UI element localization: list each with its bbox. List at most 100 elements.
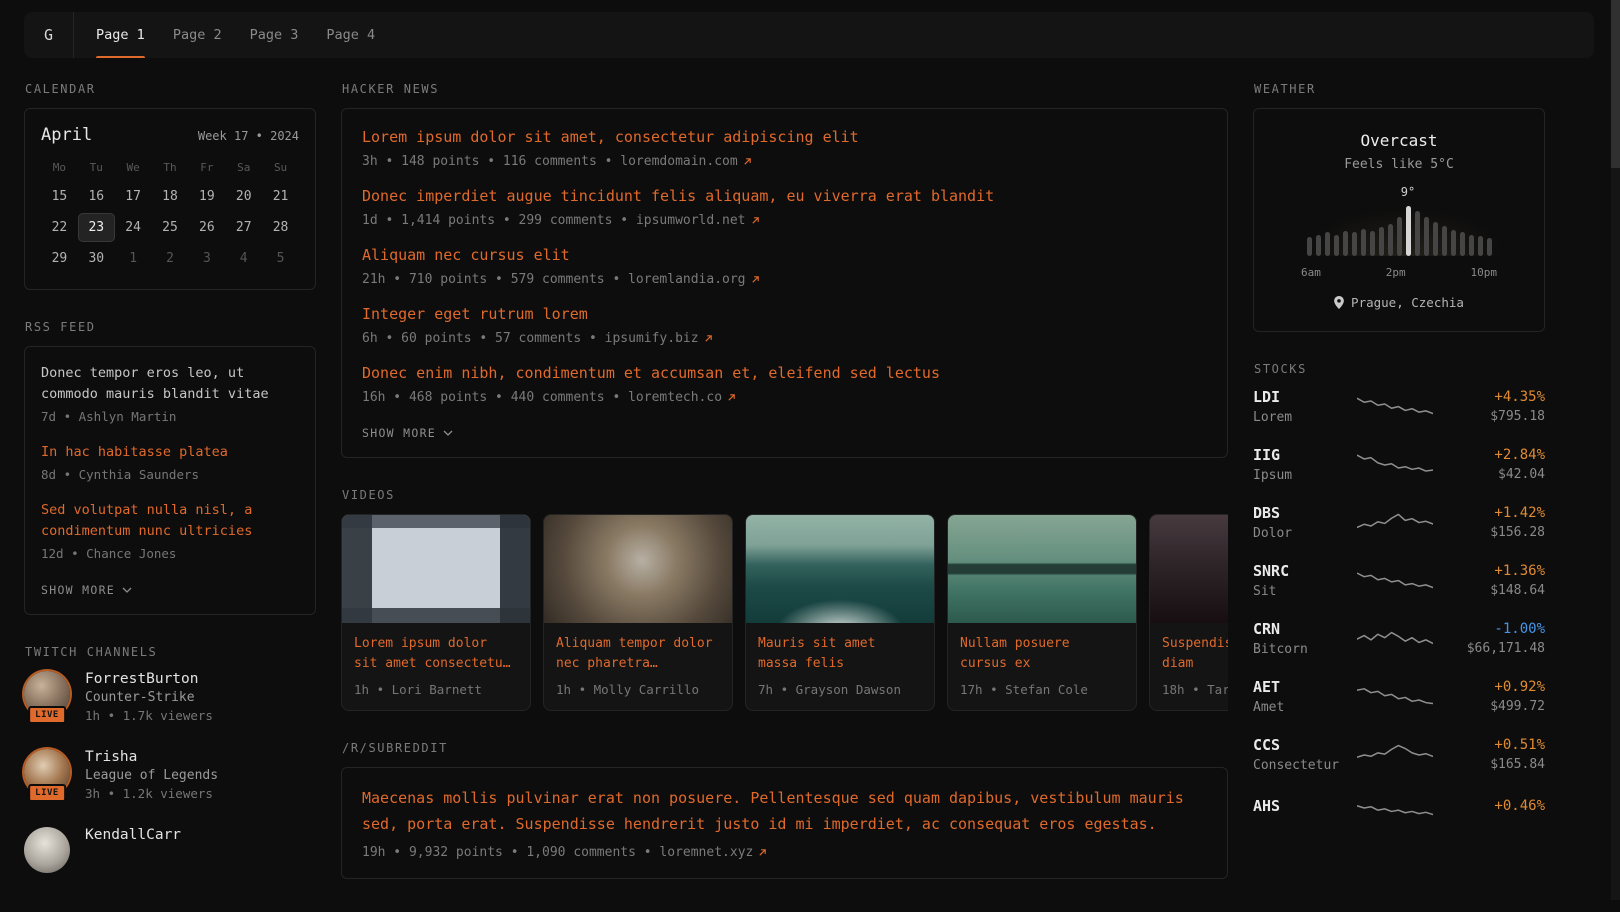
calendar-day[interactable]: 15 [41, 182, 78, 211]
stock-row[interactable]: SNRC Sit +1.36% $148.64 [1253, 562, 1545, 599]
channel-name[interactable]: ForrestBurton [85, 671, 213, 687]
channel-avatar [24, 827, 70, 873]
hn-story-stats: 1d • 1,414 points • 299 comments • [362, 213, 636, 228]
weather-section-title: WEATHER [1254, 82, 1545, 96]
rss-item-title[interactable]: In hac habitasse platea [41, 442, 299, 463]
hn-story-source[interactable]: ipsumworld.net [636, 213, 760, 228]
stock-id: AET Amet [1253, 678, 1351, 715]
stock-values: +0.46% [1439, 798, 1545, 818]
weather-hour-bar [1361, 229, 1366, 256]
stock-row[interactable]: LDI Lorem +4.35% $795.18 [1253, 388, 1545, 425]
twitch-channel[interactable]: KendallCarr [24, 827, 316, 873]
hn-story-source[interactable]: loremtech.co [628, 390, 736, 405]
calendar-day[interactable]: 22 [41, 213, 78, 242]
weather-bar [1460, 232, 1465, 256]
calendar-day[interactable]: 20 [225, 182, 262, 211]
rss-item-title[interactable]: Donec tempor eros leo, ut commodo mauris… [41, 363, 299, 405]
calendar-day-grid: 1516171819202122232425262728293012345 [41, 182, 299, 273]
video-card[interactable]: Nullam posuere cursus ex 17h • Stefan Co… [947, 514, 1137, 711]
stock-sparkline [1357, 625, 1433, 653]
stock-row[interactable]: CRN Bitcorn -1.00% $66,171.48 [1253, 620, 1545, 657]
page-tab[interactable]: Page 2 [159, 12, 236, 58]
calendar-day[interactable]: 23 [78, 213, 115, 242]
calendar-day[interactable]: 28 [262, 213, 299, 242]
stock-row[interactable]: CCS Consectetur +0.51% $165.84 [1253, 736, 1545, 773]
calendar-day[interactable]: 5 [262, 244, 299, 273]
weather-bar [1451, 230, 1456, 256]
weather-bar [1397, 217, 1402, 256]
hn-story-source[interactable]: ipsumify.biz [605, 331, 713, 346]
calendar-day[interactable]: 26 [188, 213, 225, 242]
calendar-day[interactable]: 30 [78, 244, 115, 273]
hn-story-title[interactable]: Donec imperdiet augue tincidunt felis al… [362, 186, 994, 207]
hn-show-more-button[interactable]: SHOW MORE [362, 426, 453, 440]
calendar-weekday-row: MoTuWeThFrSaSu [41, 161, 299, 174]
calendar-day[interactable]: 17 [115, 182, 152, 211]
stock-change: +0.51% [1439, 737, 1545, 753]
calendar-day[interactable]: 18 [152, 182, 189, 211]
calendar-day[interactable]: 21 [262, 182, 299, 211]
hn-story-title[interactable]: Lorem ipsum dolor sit amet, consectetur … [362, 127, 859, 148]
page-tab[interactable]: Page 3 [236, 12, 313, 58]
weather-feels-like: Feels like 5°C [1270, 157, 1528, 172]
stock-name: Sit [1253, 584, 1351, 599]
stock-symbol: CRN [1253, 620, 1351, 638]
twitch-channel[interactable]: LIVE Trisha League of Legends 3h • 1.2k … [24, 749, 316, 801]
calendar-day[interactable]: 19 [188, 182, 225, 211]
video-thumbnail [1150, 515, 1228, 623]
stock-row[interactable]: IIG Ipsum +2.84% $42.04 [1253, 446, 1545, 483]
twitch-channel[interactable]: LIVE ForrestBurton Counter-Strike 1h • 1… [24, 671, 316, 723]
stocks-section-title: STOCKS [1254, 362, 1545, 376]
rss-box: Donec tempor eros leo, ut commodo mauris… [24, 346, 316, 615]
external-link-icon [751, 216, 760, 225]
video-title[interactable]: Lorem ipsum dolor sit amet consectetu… [354, 634, 518, 675]
calendar-day[interactable]: 24 [115, 213, 152, 242]
stock-price: $148.64 [1439, 583, 1545, 598]
weather-hour-bar [1379, 227, 1384, 256]
page-scrollbar-thumb[interactable] [1611, 0, 1620, 168]
video-card[interactable]: Aliquam tempor dolor nec pharetra… 1h • … [543, 514, 733, 711]
stock-row[interactable]: DBS Dolor +1.42% $156.28 [1253, 504, 1545, 541]
video-title[interactable]: Aliquam tempor dolor nec pharetra… [556, 634, 720, 675]
calendar-day[interactable]: 1 [115, 244, 152, 273]
calendar-day[interactable]: 3 [188, 244, 225, 273]
calendar-day[interactable]: 2 [152, 244, 189, 273]
video-title[interactable]: Mauris sit amet massa felis [758, 634, 922, 675]
stock-row[interactable]: AET Amet +0.92% $499.72 [1253, 678, 1545, 715]
stock-values: +0.92% $499.72 [1439, 679, 1545, 714]
hn-story-title[interactable]: Aliquam nec cursus elit [362, 245, 570, 266]
hn-story-source[interactable]: loremdomain.com [620, 154, 751, 169]
hn-story-title[interactable]: Integer eget rutrum lorem [362, 304, 588, 325]
rss-show-more-button[interactable]: SHOW MORE [41, 583, 132, 597]
subreddit-post-source[interactable]: loremnet.xyz [659, 845, 767, 860]
video-title[interactable]: Nullam posuere cursus ex [960, 634, 1124, 675]
rss-item-title[interactable]: Sed volutpat nulla nisl, a condimentum n… [41, 500, 299, 542]
channel-name[interactable]: KendallCarr [85, 827, 181, 843]
calendar-day[interactable]: 25 [152, 213, 189, 242]
subreddit-post-title[interactable]: Maecenas mollis pulvinar erat non posuer… [362, 786, 1207, 837]
page-tab[interactable]: Page 1 [82, 12, 159, 58]
hn-section-title: HACKER NEWS [342, 82, 1228, 96]
channel-name[interactable]: Trisha [85, 749, 218, 765]
app-logo[interactable]: G [44, 12, 74, 58]
weather-hour-bar [1370, 231, 1375, 256]
video-card[interactable]: Lorem ipsum dolor sit amet consectetu… 1… [341, 514, 531, 711]
weather-hour-bar [1469, 235, 1474, 256]
stock-row[interactable]: AHS +0.46% [1253, 794, 1545, 822]
page-tab[interactable]: Page 4 [312, 12, 389, 58]
page-scrollbar-track[interactable] [1611, 0, 1620, 900]
calendar-day[interactable]: 4 [225, 244, 262, 273]
video-card[interactable]: Mauris sit amet massa felis 7h • Grayson… [745, 514, 935, 711]
video-meta: 1h • Molly Carrillo [556, 682, 720, 697]
calendar-day[interactable]: 27 [225, 213, 262, 242]
external-link-icon [751, 275, 760, 284]
video-title[interactable]: Suspendisse diam [1162, 634, 1228, 675]
calendar-day[interactable]: 29 [41, 244, 78, 273]
hn-story-source[interactable]: loremlandia.org [628, 272, 759, 287]
weekday-label: Mo [41, 161, 78, 174]
weather-location[interactable]: Prague, Czechia [1334, 295, 1464, 310]
hn-story-title[interactable]: Donec enim nibh, condimentum et accumsan… [362, 363, 940, 384]
calendar-day[interactable]: 16 [78, 182, 115, 211]
weather-hourly-bars: 9° [1270, 204, 1528, 256]
video-card[interactable]: Suspendisse diam 18h • Tara [1149, 514, 1228, 711]
